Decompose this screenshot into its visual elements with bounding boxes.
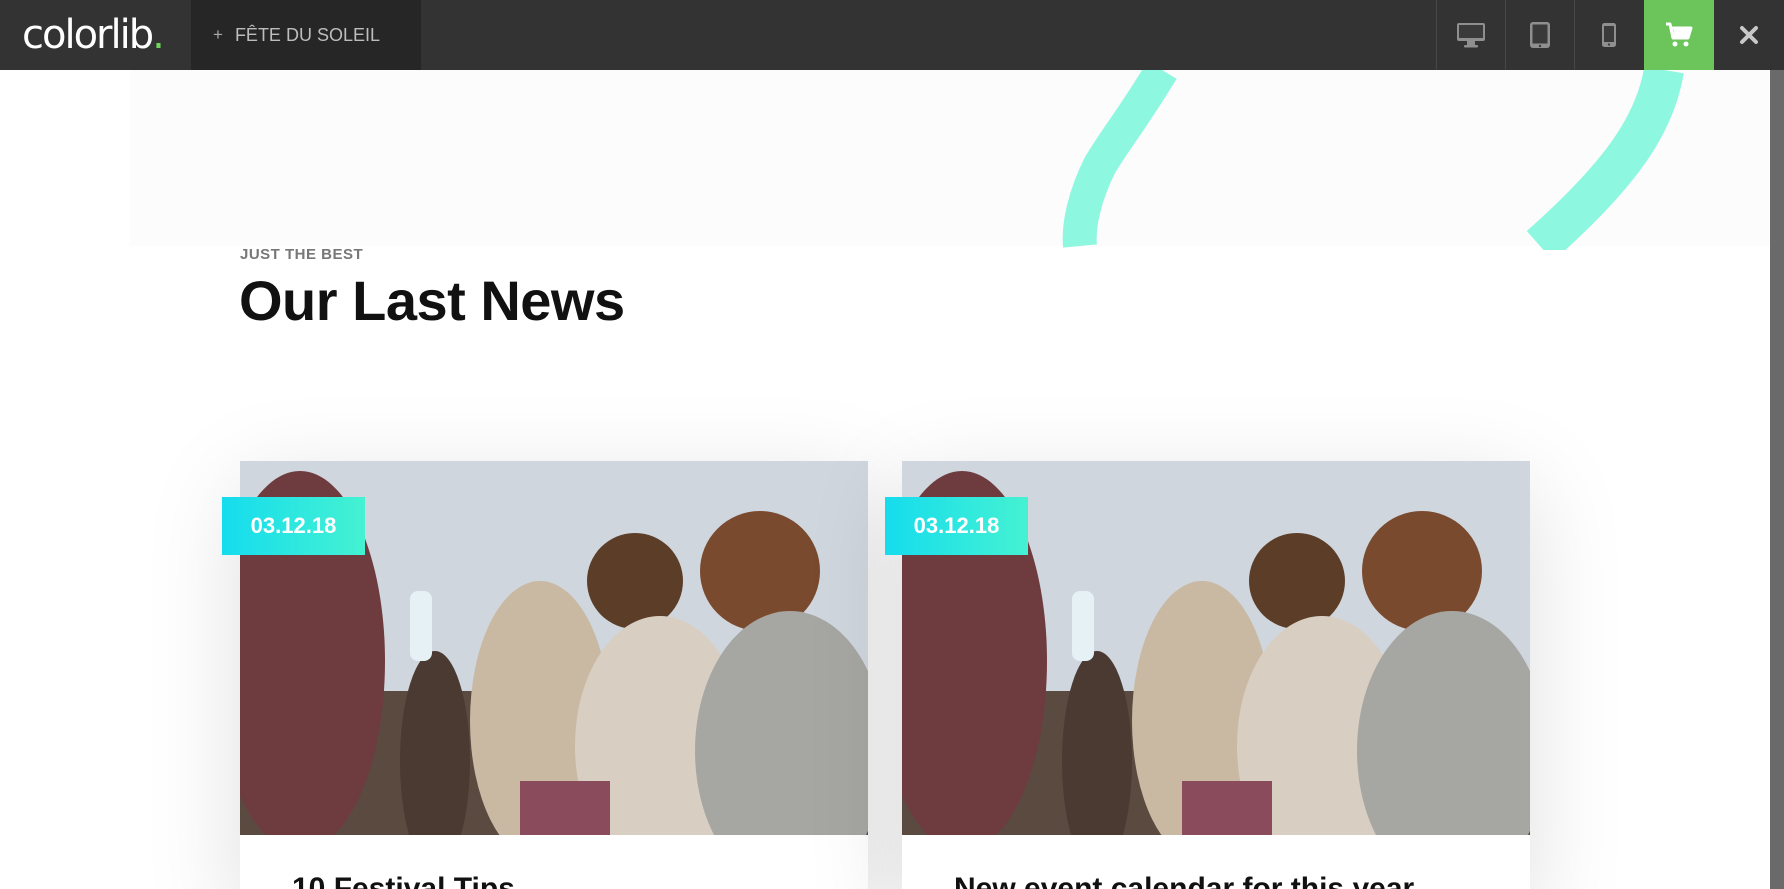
cart-icon <box>1666 22 1693 47</box>
tablet-icon <box>1530 22 1550 48</box>
scrollbar[interactable] <box>1770 70 1784 889</box>
close-preview-button[interactable] <box>1714 0 1784 70</box>
desktop-view-button[interactable] <box>1436 0 1505 70</box>
preview-toolbar: colorlib. + FÊTE DU SOLEIL <box>0 0 1784 70</box>
theme-tab-label: FÊTE DU SOLEIL <box>234 24 380 45</box>
section-eyebrow: JUST THE BEST <box>240 246 364 263</box>
theme-tab-fete-du-soleil[interactable]: + FÊTE DU SOLEIL <box>191 0 421 70</box>
news-card-title[interactable]: 10 Festival Tips <box>292 872 515 889</box>
decorative-brush-strokes <box>1062 70 1684 250</box>
tablet-view-button[interactable] <box>1505 0 1574 70</box>
news-card-title[interactable]: New event calendar for this year <box>954 872 1414 889</box>
date-badge: 03.12.18 <box>885 497 1028 555</box>
date-badge: 03.12.18 <box>222 497 365 555</box>
close-icon <box>1740 26 1758 44</box>
colorlib-logo[interactable]: colorlib. <box>22 12 165 58</box>
mobile-view-button[interactable] <box>1574 0 1643 70</box>
mobile-icon <box>1602 23 1616 47</box>
section-title: Our Last News <box>239 269 625 332</box>
plus-icon: + <box>213 25 223 44</box>
buy-theme-button[interactable] <box>1644 0 1714 70</box>
desktop-icon <box>1457 23 1485 48</box>
